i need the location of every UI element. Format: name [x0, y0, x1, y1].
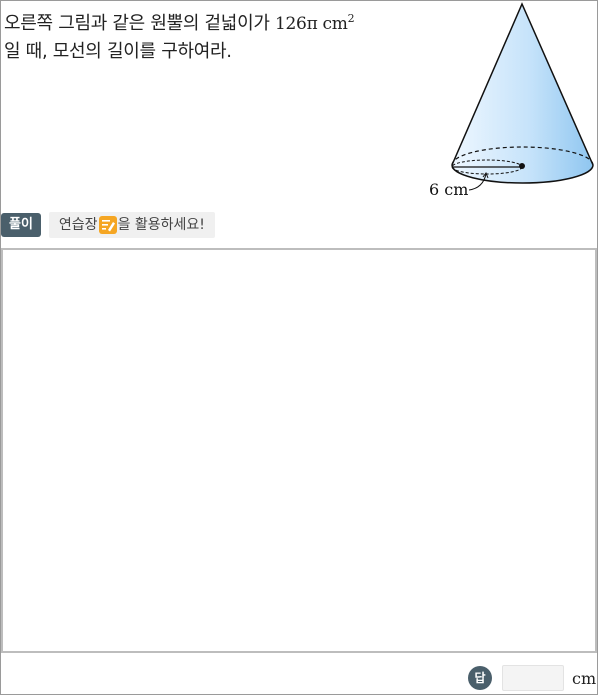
practice-canvas[interactable]	[1, 248, 597, 653]
cone-figure: 6 cm	[420, 0, 598, 205]
surface-area-number: 126π cm	[275, 14, 348, 34]
practice-suffix: 을 활용하세요!	[117, 217, 205, 233]
base-center-point	[519, 163, 525, 169]
answer-badge: 답	[468, 666, 492, 690]
practice-prefix: 연습장	[58, 217, 98, 233]
answer-row: 답 cm	[468, 662, 598, 694]
cone-body	[451, 2, 594, 184]
problem-line-2: 일 때, 모선의 길이를 구하여라.	[4, 41, 232, 62]
solution-badge: 풀이	[1, 213, 41, 237]
problem-line-1: 오른쪽 그림과 같은 원뿔의 겉넓이가 126π cm2	[4, 5, 424, 38]
surface-area-value: 126π cm2	[275, 12, 355, 34]
notepad-pencil-icon	[98, 216, 117, 234]
solution-tags: 풀이 연습장 을 활용하세요!	[1, 212, 215, 238]
surface-area-exponent: 2	[347, 12, 355, 25]
cone-diagram: 6 cm	[429, 2, 594, 199]
answer-unit: cm	[572, 668, 597, 688]
problem-line-1-text: 오른쪽 그림과 같은 원뿔의 겉넓이가	[4, 13, 270, 34]
radius-label: 6 cm	[429, 180, 468, 199]
answer-input[interactable]	[502, 665, 564, 691]
practice-hint[interactable]: 연습장 을 활용하세요!	[48, 212, 215, 238]
problem-text: 오른쪽 그림과 같은 원뿔의 겉넓이가 126π cm2 일 때, 모선의 길이…	[4, 5, 424, 65]
